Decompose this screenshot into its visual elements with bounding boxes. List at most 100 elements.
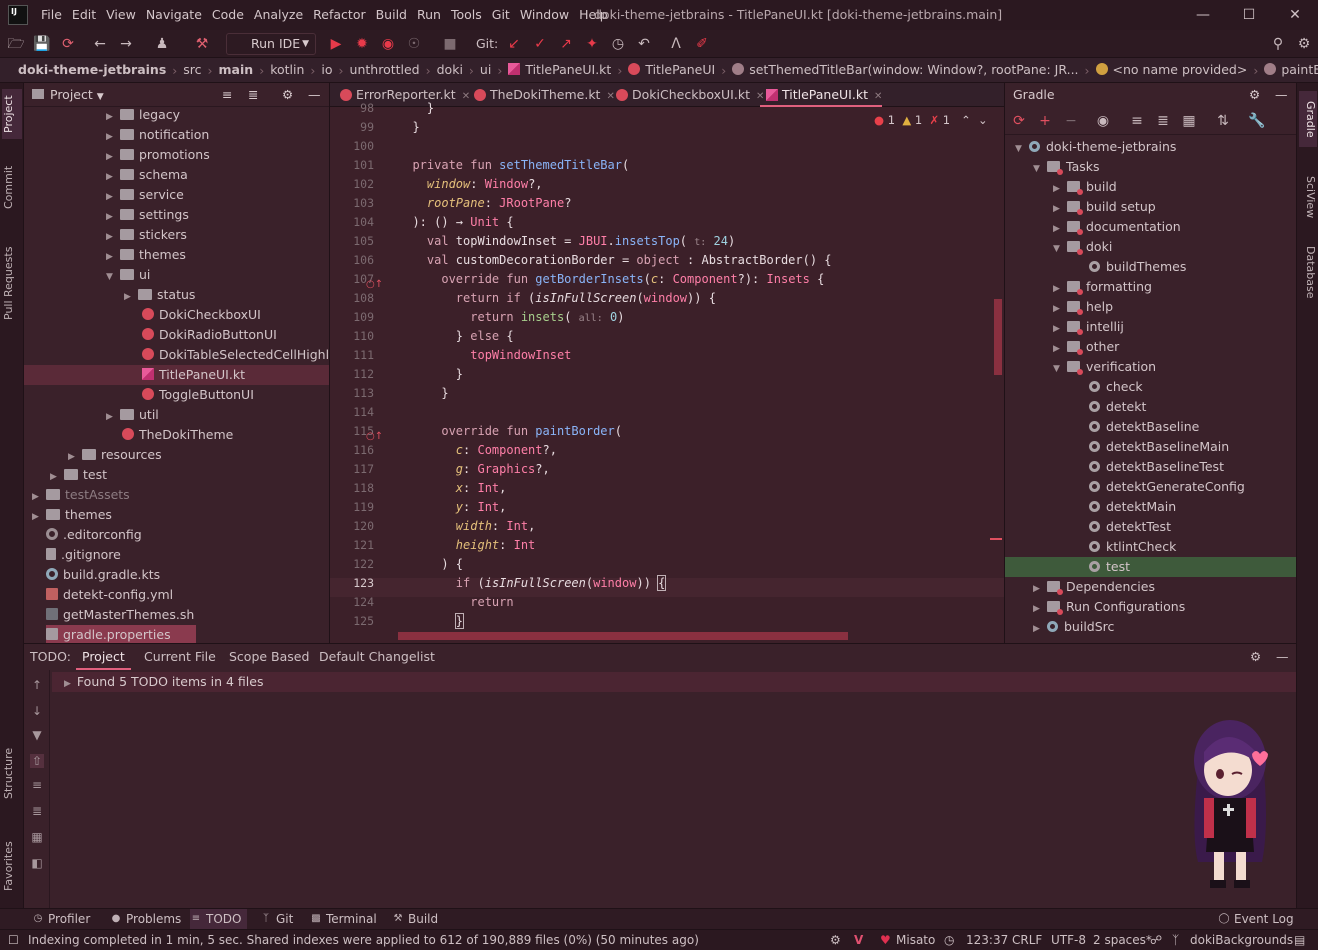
todo-tab-default-changelist[interactable]: Default Changelist	[313, 644, 441, 670]
menu-edit[interactable]: Edit	[67, 0, 101, 30]
pull-requests-tool-tab[interactable]: Pull Requests	[2, 233, 22, 333]
profile-icon[interactable]: ☉	[404, 34, 424, 54]
horizontal-scrollbar-thumb[interactable]	[398, 632, 848, 640]
git-branch[interactable]: dokiBackgrounds	[1190, 930, 1293, 950]
gradle-task-detektgenerateconfig[interactable]: detektGenerateConfig	[1089, 477, 1245, 497]
line-number[interactable]: 125	[330, 612, 382, 631]
git-branch-icon[interactable]: ✦	[582, 34, 602, 54]
autoscroll-icon[interactable]: ⇧	[30, 754, 44, 768]
line-number[interactable]: 123	[330, 574, 382, 593]
gradle-item-dependencies[interactable]: ▶ Dependencies	[1033, 577, 1155, 597]
stop-icon[interactable]: ■	[440, 34, 460, 54]
crumb-io[interactable]: io	[315, 58, 338, 82]
git-push-icon[interactable]: ↗	[556, 34, 576, 54]
chevron-down-icon[interactable]: ▼	[97, 92, 104, 102]
menu-run[interactable]: Run	[412, 0, 446, 30]
expand-all-icon[interactable]: ≡	[1127, 111, 1147, 131]
group-icon[interactable]: ▦	[1179, 111, 1199, 131]
tab-todo[interactable]: ≡ TODO	[190, 909, 248, 929]
status-toggle-icon[interactable]: ☐	[8, 930, 19, 950]
menu-tools[interactable]: Tools	[446, 0, 487, 30]
close-icon[interactable]: ✕	[1272, 0, 1318, 30]
tree-item-test[interactable]: ▶ test	[50, 465, 107, 485]
tree-item-dokiradiobuttonui[interactable]: DokiRadioButtonUI	[142, 325, 277, 345]
settings-icon[interactable]: ⚙	[1294, 34, 1314, 54]
git-commit-icon[interactable]: ✓	[530, 34, 550, 54]
line-number[interactable]: 103	[330, 194, 382, 213]
tree-item-resources[interactable]: ▶ resources	[68, 445, 162, 465]
tree-item-ui[interactable]: ▼ ui	[106, 265, 150, 285]
save-icon[interactable]: 💾	[32, 34, 52, 54]
override-gutter-icon[interactable]: ○↑	[366, 279, 383, 290]
code-content[interactable]: } } private fun setThemedTitleBar( windo…	[398, 101, 998, 643]
crumb-src[interactable]: src	[177, 58, 207, 82]
tab-thedokitheme[interactable]: TheDokiTheme.kt ✕	[468, 83, 615, 107]
crumb-doki[interactable]: doki	[431, 58, 469, 82]
collapse-all-icon[interactable]: ≣	[1153, 111, 1173, 131]
event-log-button[interactable]: ◯ Event Log	[1218, 909, 1293, 929]
tree-item-status[interactable]: ▶ status	[124, 285, 195, 305]
gradle-item-other[interactable]: ▶ other	[1053, 337, 1119, 357]
tree-item-settings[interactable]: ▶ settings	[106, 205, 189, 225]
line-number[interactable]: 104	[330, 213, 382, 232]
hide-panel-icon[interactable]: —	[1276, 644, 1289, 670]
gradle-item-formatting[interactable]: ▶ formatting	[1053, 277, 1152, 297]
git-update-icon[interactable]: ↙	[504, 34, 524, 54]
line-number[interactable]: 124	[330, 593, 382, 612]
project-panel-title[interactable]: Project	[50, 87, 93, 102]
expand-all-icon[interactable]: ≡	[30, 778, 44, 792]
gradle-item-project[interactable]: ▼ doki-theme-jetbrains	[1015, 137, 1176, 157]
sync-icon[interactable]: ⟳	[58, 34, 78, 54]
line-number[interactable]: 112	[330, 365, 382, 384]
crumb-kotlin[interactable]: kotlin	[264, 58, 310, 82]
tree-item-togglebuttonui[interactable]: ToggleButtonUI	[142, 385, 254, 405]
line-number[interactable]: 106	[330, 251, 382, 270]
line-number[interactable]: 114	[330, 403, 382, 422]
line-number[interactable]: 117	[330, 460, 382, 479]
tree-item-thedokitheme[interactable]: TheDokiTheme	[122, 425, 233, 445]
tree-item-dokicheckboxui[interactable]: DokiCheckboxUI	[142, 305, 261, 325]
menu-code[interactable]: Code	[207, 0, 249, 30]
coverage-icon[interactable]: ◉	[378, 34, 398, 54]
forward-icon[interactable]: →	[116, 34, 136, 54]
tree-item-testassets[interactable]: ▶ testAssets	[32, 485, 130, 505]
gradle-task-detektbaseline[interactable]: detektBaseline	[1089, 417, 1199, 437]
file-encoding[interactable]: UTF-8	[1051, 930, 1086, 950]
hide-panel-icon[interactable]: —	[1275, 83, 1288, 107]
wrench-icon[interactable]: 🔧	[1247, 111, 1267, 131]
gradle-item-tasks[interactable]: ▼ Tasks	[1033, 157, 1100, 177]
character-name[interactable]: Misato	[896, 930, 935, 950]
line-number[interactable]: 119	[330, 498, 382, 517]
gradle-item-intellij[interactable]: ▶ intellij	[1053, 317, 1124, 337]
tree-item-stickers[interactable]: ▶ stickers	[106, 225, 187, 245]
tree-item-gitignore[interactable]: .gitignore	[46, 545, 121, 565]
gradle-task-buildthemes[interactable]: buildThemes	[1089, 257, 1186, 277]
gear-icon[interactable]: ⚙	[1249, 83, 1260, 107]
gradle-task-detekttest[interactable]: detektTest	[1089, 517, 1171, 537]
structure-tool-tab[interactable]: Structure	[2, 743, 22, 803]
remove-icon[interactable]: −	[1061, 111, 1081, 131]
reload-icon[interactable]: ⟳	[1009, 111, 1029, 131]
gear-icon[interactable]: ⚙	[1250, 644, 1261, 670]
tree-item-promotions[interactable]: ▶ promotions	[106, 145, 210, 165]
line-number[interactable]: 105	[330, 232, 382, 251]
user-icon[interactable]: ♟	[152, 34, 172, 54]
run-icon[interactable]: ▶	[326, 34, 346, 54]
line-number[interactable]: 122	[330, 555, 382, 574]
error-stripe-mark[interactable]	[990, 538, 1002, 540]
gradle-task-check[interactable]: check	[1089, 377, 1143, 397]
menu-build[interactable]: Build	[371, 0, 412, 30]
scrollbar-thumb[interactable]	[994, 299, 1002, 375]
cursor-position[interactable]: 123:37	[966, 930, 1008, 950]
preview-icon[interactable]: ◧	[30, 856, 44, 870]
tree-item-service[interactable]: ▶ service	[106, 185, 184, 205]
gradle-task-detektmain[interactable]: detektMain	[1089, 497, 1176, 517]
tree-item-notification[interactable]: ▶ notification	[106, 125, 209, 145]
tree-item-titlepaneui[interactable]: TitlePaneUI.kt	[142, 365, 245, 385]
doki-logo-icon[interactable]: V	[854, 930, 863, 950]
tab-profiler[interactable]: ◷ Profiler	[32, 909, 91, 929]
indent-setting[interactable]: 2 spaces*	[1093, 930, 1152, 950]
back-icon[interactable]: ←	[90, 34, 110, 54]
offline-icon[interactable]: ⇅	[1213, 111, 1233, 131]
tab-dokicheckboxui[interactable]: DokiCheckboxUI.kt ✕	[610, 83, 764, 107]
